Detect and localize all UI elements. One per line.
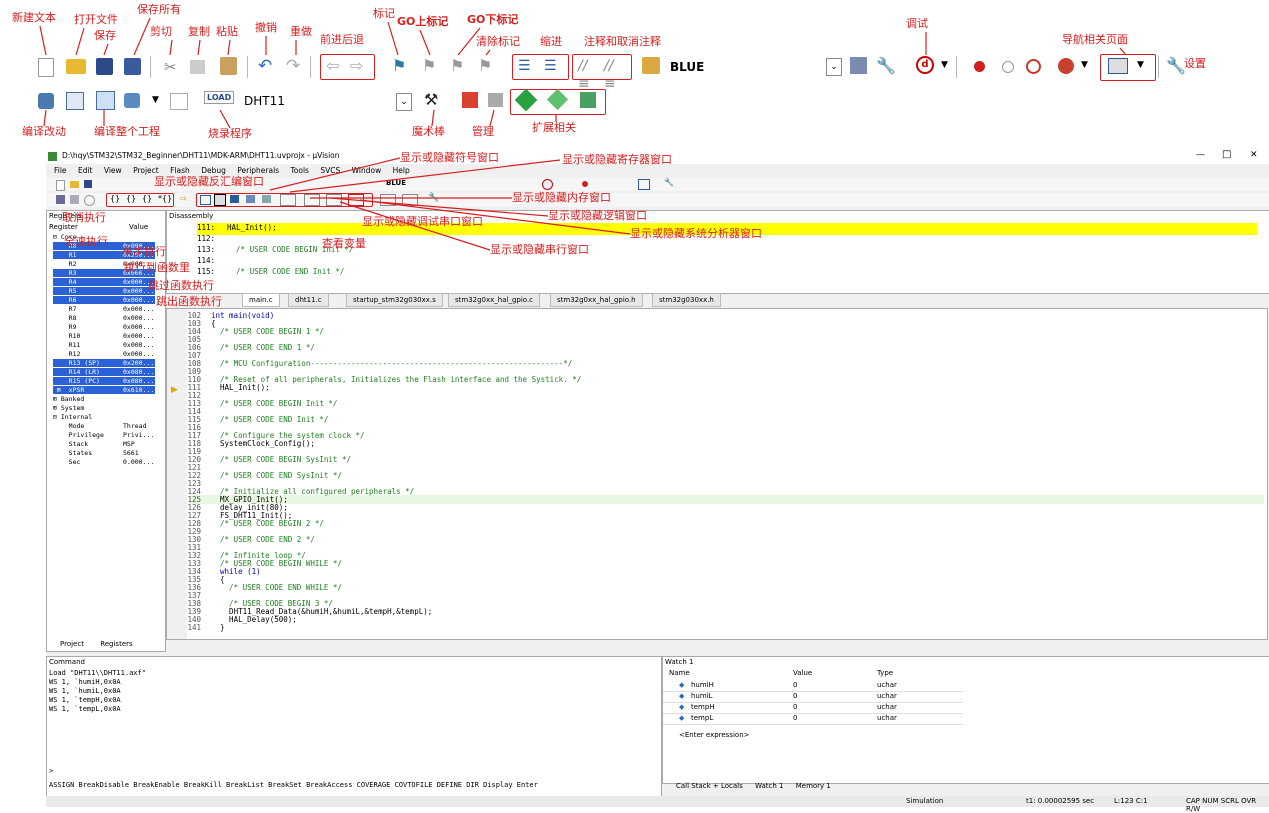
- annotation-arrows: [39, 17, 1127, 251]
